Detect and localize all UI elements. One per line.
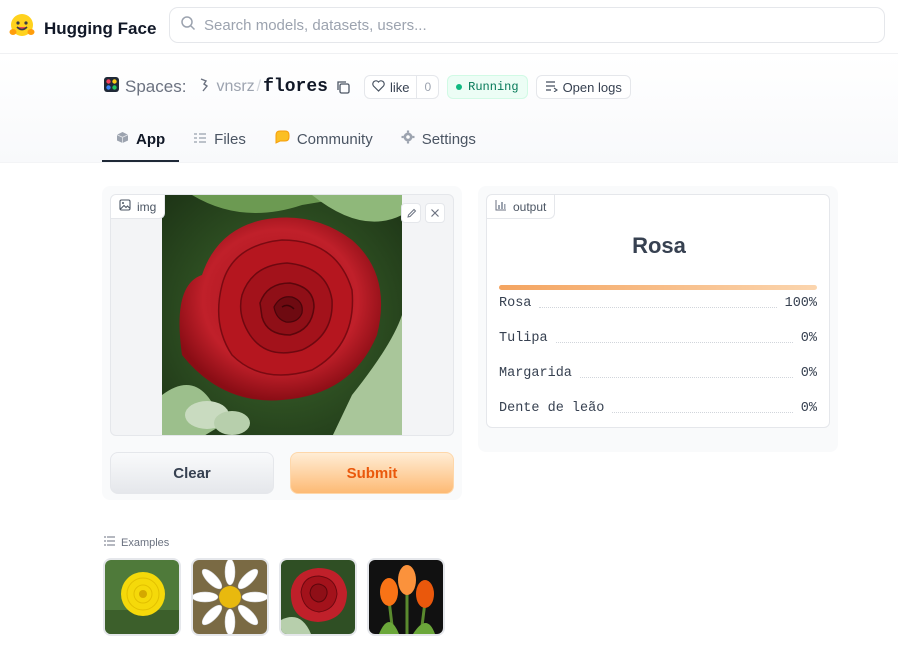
example-tulips[interactable] xyxy=(367,558,445,636)
hugging-face-logo-icon xyxy=(8,12,36,45)
copy-icon[interactable] xyxy=(336,80,350,94)
like-button[interactable]: like 0 xyxy=(363,75,440,99)
brand-name: Hugging Face xyxy=(44,18,157,38)
example-daisy[interactable] xyxy=(191,558,269,636)
uploaded-rose-image xyxy=(162,195,402,435)
confidence-value: 0% xyxy=(800,365,817,381)
status-label: Running xyxy=(468,80,519,94)
close-icon[interactable] xyxy=(425,203,445,223)
status-badge: Running xyxy=(447,75,528,99)
image-input-label: img xyxy=(111,195,166,219)
search-box[interactable] xyxy=(169,7,885,43)
confidence-label: Rosa xyxy=(499,295,532,311)
cube-icon xyxy=(116,131,129,148)
confidence-value: 0% xyxy=(800,400,817,416)
top-confidence-bar xyxy=(499,285,817,290)
dot-leader xyxy=(539,306,777,308)
dot-leader xyxy=(579,376,793,378)
dot-leader xyxy=(555,341,793,343)
tab-files[interactable]: Files xyxy=(179,118,260,160)
confidence-row: Rosa 100% xyxy=(499,293,817,313)
confidence-label: Tulipa xyxy=(499,330,548,346)
path-separator: / xyxy=(256,78,262,95)
search-input[interactable] xyxy=(204,16,844,34)
community-icon xyxy=(274,130,290,148)
submit-button[interactable]: Submit xyxy=(290,452,454,494)
examples-gallery xyxy=(103,558,445,636)
logs-icon xyxy=(545,80,558,95)
tab-settings-label: Settings xyxy=(421,130,476,148)
examples-header: Examples xyxy=(104,536,169,549)
tab-community[interactable]: Community xyxy=(260,118,387,160)
clear-button[interactable]: Clear xyxy=(110,452,274,494)
space-title-row: Spaces: vnsrz / flores like 0 Running Op… xyxy=(104,74,631,100)
top-navbar: Hugging Face xyxy=(0,0,898,54)
example-dandelion[interactable] xyxy=(103,558,181,636)
brand-link[interactable]: Hugging Face xyxy=(8,12,156,45)
confidence-value: 100% xyxy=(784,295,817,311)
tab-app-label: App xyxy=(136,130,166,148)
confidence-label: Dente de leão xyxy=(499,400,605,416)
input-panel: img Clear Submit xyxy=(102,186,462,500)
open-logs-button[interactable]: Open logs xyxy=(535,75,631,99)
like-count: 0 xyxy=(416,76,438,98)
top-confidence-fill xyxy=(499,285,817,290)
status-dot-icon xyxy=(456,84,463,90)
edit-icon[interactable] xyxy=(401,203,421,223)
label-output: output Rosa Rosa 100% Tulipa 0% Margarid… xyxy=(486,194,830,428)
space-tabs: App Files Community Settings xyxy=(102,118,490,162)
space-owner[interactable]: vnsrz xyxy=(216,78,254,96)
gear-icon xyxy=(401,130,415,148)
spaces-label[interactable]: Spaces: xyxy=(125,77,186,97)
heart-icon xyxy=(372,79,385,95)
confidence-row: Margarida 0% xyxy=(499,363,817,383)
output-label: output xyxy=(487,195,556,219)
spaces-grid-icon xyxy=(104,77,119,97)
like-label: like xyxy=(389,79,410,95)
confidence-row: Dente de leão 0% xyxy=(499,398,817,418)
tab-app[interactable]: App xyxy=(102,118,180,162)
predicted-label: Rosa xyxy=(632,233,686,258)
open-logs-label: Open logs xyxy=(562,79,622,95)
image-actions xyxy=(401,203,445,223)
confidence-row: Tulipa 0% xyxy=(499,328,817,348)
tab-settings[interactable]: Settings xyxy=(387,118,490,160)
image-icon xyxy=(119,199,131,214)
like-main[interactable]: like xyxy=(365,76,417,98)
list-icon xyxy=(104,536,115,549)
tab-community-label: Community xyxy=(296,130,373,148)
dot-leader xyxy=(612,411,793,413)
chart-icon xyxy=(495,199,507,214)
confidence-label: Margarida xyxy=(499,365,572,381)
tab-files-label: Files xyxy=(214,130,246,148)
files-icon xyxy=(193,131,207,148)
confidence-value: 0% xyxy=(800,330,817,346)
example-rose[interactable] xyxy=(279,558,357,636)
output-panel: output Rosa Rosa 100% Tulipa 0% Margarid… xyxy=(478,186,838,452)
image-input[interactable]: img xyxy=(110,194,454,436)
owner-avatar-icon xyxy=(198,77,210,97)
space-name[interactable]: flores xyxy=(263,77,328,97)
search-icon xyxy=(180,15,196,36)
